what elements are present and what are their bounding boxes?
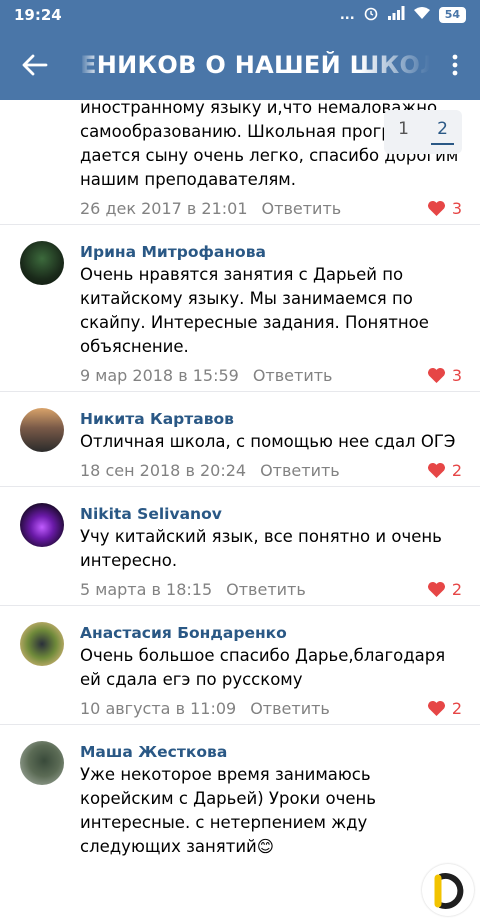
comment-item: Анастасия Бондаренко Очень большое спаси… <box>0 606 480 725</box>
status-time: 19:24 <box>14 6 62 24</box>
comment-author[interactable]: Ирина Митрофанова <box>80 225 480 263</box>
like-button[interactable]: 2 <box>427 699 462 718</box>
wifi-icon <box>413 6 431 24</box>
reply-button[interactable]: Ответить <box>226 580 306 599</box>
brand-logo-button[interactable] <box>422 864 474 916</box>
comment-meta: 5 марта в 18:15 Ответить 2 <box>80 573 480 605</box>
heart-icon <box>427 200 445 216</box>
comment-author[interactable]: Никита Картавов <box>80 392 480 430</box>
heart-icon <box>427 700 445 716</box>
comment-item: Nikita Selivanov Учу китайский язык, все… <box>0 487 480 606</box>
more-vertical-icon <box>452 54 458 76</box>
reply-button[interactable]: Ответить <box>260 461 340 480</box>
comment-text: Учу китайский язык, все понятно и очень … <box>80 527 442 570</box>
signal-icon <box>387 6 405 24</box>
comment-text: Уже некоторое время занимаюсь корейским … <box>80 765 377 856</box>
status-bar: 19:24 ... 54 <box>0 0 480 30</box>
comment-item: Никита Картавов Отличная школа, с помощь… <box>0 392 480 487</box>
comment-date: 9 мар 2018 в 15:59 <box>80 365 239 385</box>
battery-icon: 54 <box>438 7 466 23</box>
brand-logo-icon <box>424 866 472 914</box>
arrow-left-icon <box>22 54 48 76</box>
like-button[interactable]: 3 <box>427 366 462 385</box>
page-title: ЕНИКОВ О НАШЕЙ ШКОЛ <box>80 51 430 79</box>
page-switcher: 1 2 <box>384 110 462 154</box>
like-count: 3 <box>451 365 462 385</box>
reply-button[interactable]: Ответить <box>253 366 333 385</box>
comment-text: Очень нравятся занятия с Дарьей по китай… <box>80 265 429 356</box>
like-count: 3 <box>451 198 462 218</box>
like-count: 2 <box>451 698 462 718</box>
comment-date: 5 марта в 18:15 <box>80 579 213 599</box>
comment-item: Ирина Митрофанова Очень нравятся занятия… <box>0 225 480 392</box>
comments-feed[interactable]: иностранному языку и,что немаловажно, са… <box>0 100 480 920</box>
like-count: 2 <box>451 460 462 480</box>
comment-date: 18 сен 2018 в 20:24 <box>80 460 247 480</box>
avatar[interactable] <box>20 408 64 452</box>
avatar[interactable] <box>20 741 64 785</box>
comment-author[interactable]: Анастасия Бондаренко <box>80 606 480 644</box>
reply-button[interactable]: Ответить <box>262 199 342 218</box>
avatar[interactable] <box>20 503 64 547</box>
heart-icon <box>427 462 445 478</box>
like-count: 2 <box>451 579 462 599</box>
heart-icon <box>427 367 445 383</box>
page-2-button[interactable]: 2 <box>431 119 454 145</box>
page-1-button[interactable]: 1 <box>392 119 415 145</box>
more-button[interactable] <box>430 30 480 100</box>
reply-button[interactable]: Ответить <box>250 699 330 718</box>
like-button[interactable]: 2 <box>427 580 462 599</box>
comment-text: Очень большое спасибо Дарье,благодаря ей… <box>80 646 446 689</box>
avatar[interactable] <box>20 241 64 285</box>
comment-date: 26 дек 2017 в 21:01 <box>80 198 248 218</box>
comment-meta: 9 мар 2018 в 15:59 Ответить 3 <box>80 359 480 391</box>
back-button[interactable] <box>0 30 70 100</box>
heart-icon <box>427 581 445 597</box>
like-button[interactable]: 3 <box>427 199 462 218</box>
notification-dots: ... <box>339 7 355 23</box>
like-button[interactable]: 2 <box>427 461 462 480</box>
comment-author[interactable]: Маша Жесткова <box>80 725 480 763</box>
comment-meta: 10 августа в 11:09 Ответить 2 <box>80 692 480 724</box>
app-bar: ЕНИКОВ О НАШЕЙ ШКОЛ <box>0 30 480 100</box>
status-icons: ... 54 <box>340 5 466 25</box>
comment-meta: 18 сен 2018 в 20:24 Ответить 2 <box>80 454 480 486</box>
comment-date: 10 августа в 11:09 <box>80 698 237 718</box>
alarm-icon <box>363 5 379 25</box>
comment-item: Маша Жесткова Уже некоторое время занима… <box>0 725 480 859</box>
comment-meta: 26 дек 2017 в 21:01 Ответить 3 <box>80 192 480 224</box>
avatar[interactable] <box>20 622 64 666</box>
comment-author[interactable]: Nikita Selivanov <box>80 487 480 525</box>
comment-text: Отличная школа, с помощью нее сдал ОГЭ <box>80 432 456 451</box>
